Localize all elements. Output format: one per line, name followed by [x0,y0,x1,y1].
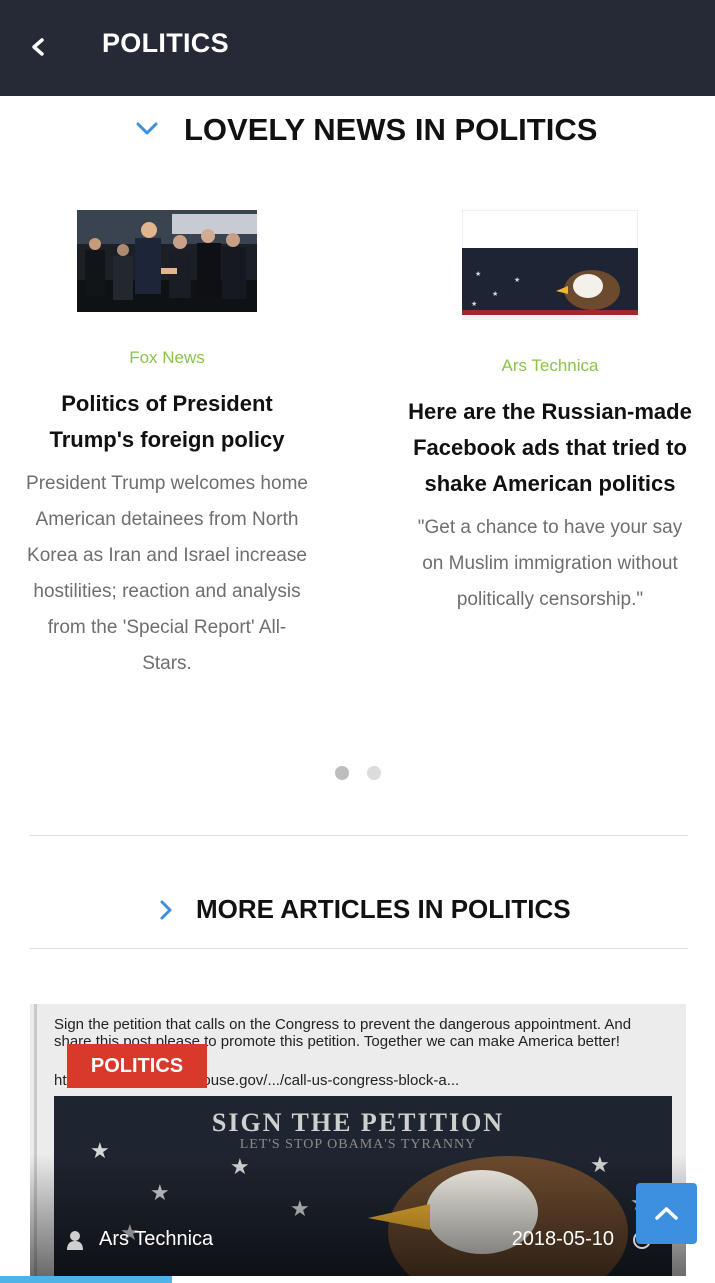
article-card[interactable]: ★ ★ ★ ★ ★ ★ ★ Sign the petition that cal… [30,1004,686,1276]
article-source: Fox News [129,348,205,367]
carousel-dot[interactable] [335,766,349,780]
article-headline[interactable]: Here are the Russian-made Facebook ads t… [406,394,694,502]
image-banner-subtitle: LET'S STOP OBAMA'S TYRANNY [239,1137,477,1152]
article-thumbnail [77,210,257,312]
svg-text:★: ★ [492,290,498,298]
article-description: President Trump welcomes home American d… [26,473,308,674]
back-button[interactable] [22,30,56,64]
chevron-up-icon [655,1207,678,1220]
carousel-dot[interactable] [367,766,381,780]
article-thumbnail: ★ ★ ★ ★ ★ [462,210,638,320]
user-icon [67,1231,83,1250]
chevron-down-icon [136,122,158,135]
article-description: "Get a chance to have your say on Muslim… [417,517,683,610]
category-badge[interactable]: POLITICS [67,1044,207,1088]
page-title: POLITICS [102,28,229,58]
section-divider [30,948,688,949]
featured-section-title: LOVELY NEWS IN POLITICS [184,112,598,147]
more-section-title: MORE ARTICLES IN POLITICS [196,894,571,924]
scroll-to-top-button[interactable] [636,1183,697,1244]
svg-text:★: ★ [471,300,477,308]
section-divider [30,835,688,836]
featured-card[interactable]: Fox News Politics of President Trump's f… [26,210,308,682]
chevron-left-icon [32,38,44,56]
top-app-bar: POLITICS [0,0,715,96]
image-banner-title: SIGN THE PETITION [211,1108,505,1137]
chevron-right-icon [160,900,172,920]
svg-text:★: ★ [475,270,481,278]
article-author: Ars Technica [99,1228,214,1250]
article-headline[interactable]: Politics of President Trump's foreign po… [26,386,308,458]
svg-text:★: ★ [514,276,520,284]
article-source: Ars Technica [501,356,599,375]
article-date: 2018-05-10 [511,1228,614,1250]
featured-card[interactable]: ★ ★ ★ ★ ★ Ars Technica Here are the Russ… [406,210,694,618]
carousel-pagination [335,766,385,780]
scroll-progress-bar [0,1276,172,1283]
